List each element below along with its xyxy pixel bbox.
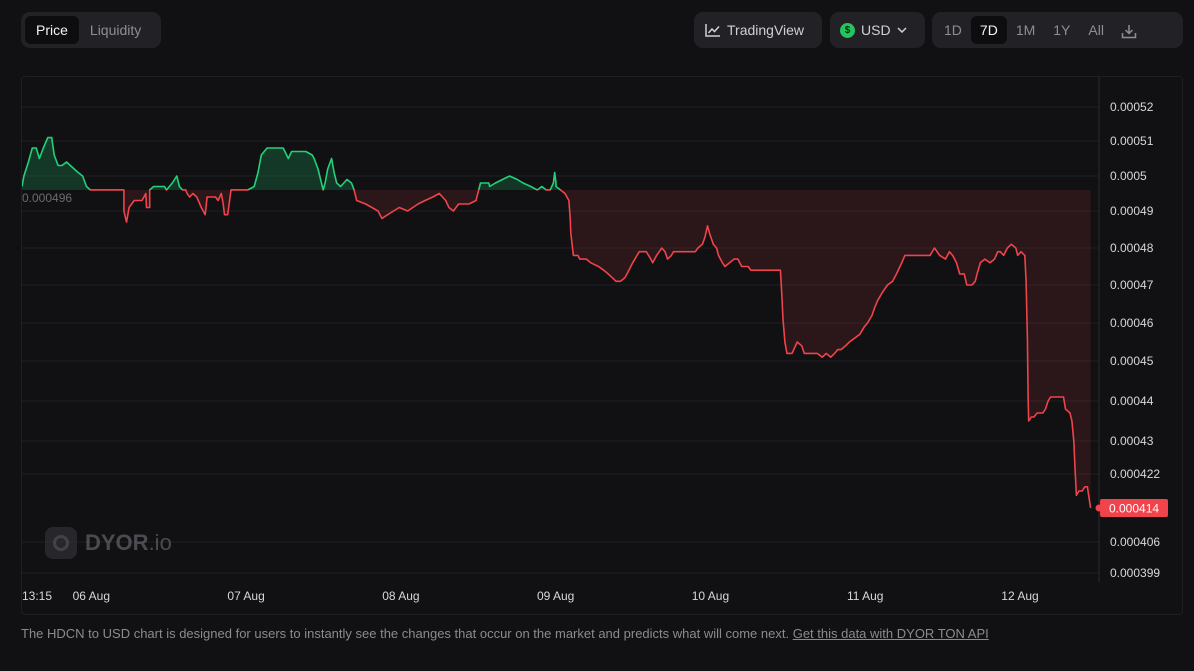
y-tick-label: 0.0005 [1110, 169, 1147, 183]
x-tick-label: 07 Aug [227, 589, 264, 603]
y-tick-label: 0.00047 [1110, 278, 1154, 292]
y-tick-label: 0.000406 [1110, 535, 1160, 549]
y-tick-label: 0.000422 [1110, 467, 1160, 481]
y-tick-label: 0.00048 [1110, 241, 1154, 255]
y-tick-label: 0.00045 [1110, 354, 1154, 368]
y-axis: 0.00052 0.00051 0.0005 0.00049 0.00048 0.0004… [22, 100, 1160, 580]
chart-grid [22, 77, 1100, 582]
x-axis: 13:15 06 Aug 07 Aug 08 Aug 09 Aug 10 Aug 11 Au… [22, 589, 1039, 603]
y-tick-label: 0.00051 [1110, 134, 1154, 148]
x-tick-label: 06 Aug [73, 589, 110, 603]
x-tick-label: 10 Aug [692, 589, 729, 603]
y-tick-label: 0.00049 [1110, 204, 1154, 218]
last-price-label: 0.000414 [1109, 502, 1159, 516]
y-tick-label: 0.00046 [1110, 316, 1154, 330]
baseline-label: 0.000496 [22, 191, 72, 205]
y-tick-label: 0.000399 [1110, 566, 1160, 580]
price-chart[interactable]: 0.00052 0.00051 0.0005 0.00049 0.00048 0.0004… [0, 0, 1194, 620]
watermark-brand: DYOR [85, 530, 149, 555]
x-tick-label: 12 Aug [1001, 589, 1038, 603]
description-text: The HDCN to USD chart is designed for us… [21, 626, 793, 641]
chart-markers: 0.000414 [1095, 499, 1168, 517]
chart-description: The HDCN to USD chart is designed for us… [21, 626, 989, 641]
api-link[interactable]: Get this data with DYOR TON API [793, 626, 989, 641]
x-tick-label: 08 Aug [382, 589, 419, 603]
dyor-logo-icon [45, 527, 77, 559]
dyor-watermark: DYOR.io [45, 527, 172, 559]
x-tick-label: 13:15 [22, 589, 52, 603]
x-tick-label: 09 Aug [537, 589, 574, 603]
watermark-suffix: .io [148, 530, 172, 555]
y-tick-label: 0.00043 [1110, 434, 1154, 448]
y-tick-label: 0.00044 [1110, 394, 1154, 408]
x-tick-label: 11 Aug [847, 589, 883, 603]
watermark-text: DYOR.io [85, 530, 172, 556]
y-tick-label: 0.00052 [1110, 100, 1154, 114]
